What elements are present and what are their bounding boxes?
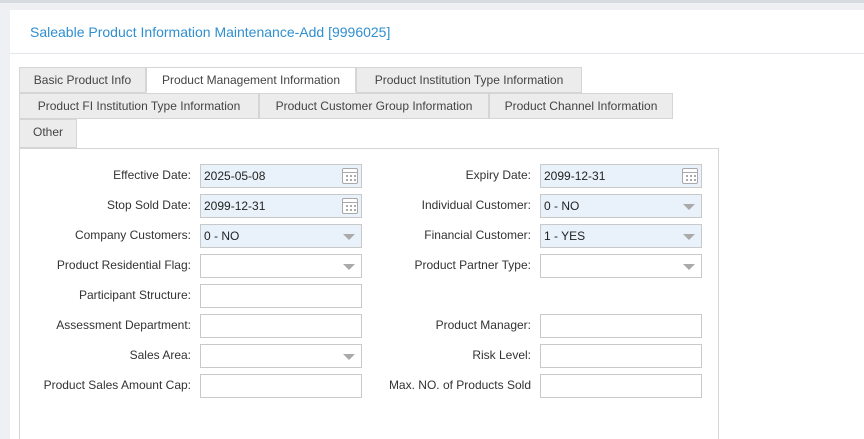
product-residential-flag-label: Product Residential Flag:: [56, 258, 191, 272]
calendar-icon[interactable]: [342, 168, 358, 184]
page-header: Saleable Product Information Maintenance…: [10, 10, 864, 54]
product-manager-input[interactable]: [540, 314, 702, 338]
stop-sold-date-value: 2099-12-31: [204, 199, 266, 213]
chevron-down-icon[interactable]: [683, 234, 695, 240]
chevron-down-icon[interactable]: [343, 234, 355, 240]
tab-basic-product-info[interactable]: Basic Product Info: [19, 67, 146, 93]
sales-area-select[interactable]: [200, 344, 362, 368]
product-sales-amount-cap-input[interactable]: [200, 374, 362, 398]
participant-structure-label: Participant Structure:: [78, 288, 191, 302]
company-customers-label: Company Customers:: [74, 228, 191, 242]
calendar-icon[interactable]: [682, 168, 698, 184]
max-no-of-products-sold-label: Max. NO. of Products Sold: [388, 378, 531, 392]
risk-level-input[interactable]: [540, 344, 702, 368]
expiry-date-field[interactable]: 2099-12-31: [540, 164, 702, 188]
individual-customer-select[interactable]: 0 - NO: [540, 194, 702, 218]
stop-sold-date-field[interactable]: 2099-12-31: [200, 194, 362, 218]
assessment-department-label: Assessment Department:: [56, 318, 191, 332]
risk-level-label: Risk Level:: [472, 348, 531, 362]
assessment-department-input[interactable]: [200, 314, 362, 338]
financial-customer-label: Financial Customer:: [424, 228, 531, 242]
product-partner-type-label: Product Partner Type:: [414, 258, 531, 272]
tab-product-institution-type-information[interactable]: Product Institution Type Information: [356, 67, 582, 93]
individual-customer-label: Individual Customer:: [421, 198, 531, 212]
expiry-date-value: 2099-12-31: [544, 169, 606, 183]
tab-product-customer-group-information[interactable]: Product Customer Group Information: [259, 93, 489, 119]
tab-product-management-information[interactable]: Product Management Information: [146, 67, 356, 93]
effective-date-label: Effective Date:: [113, 168, 191, 182]
effective-date-field[interactable]: 2025-05-08: [200, 164, 362, 188]
expiry-date-label: Expiry Date:: [465, 168, 531, 182]
page-container: Saleable Product Information Maintenance…: [10, 10, 864, 439]
product-sales-amount-cap-label: Product Sales Amount Cap:: [43, 378, 191, 392]
calendar-icon[interactable]: [342, 198, 358, 214]
chevron-down-icon[interactable]: [683, 264, 695, 270]
chevron-down-icon[interactable]: [343, 264, 355, 270]
form-panel: Effective Date: 2025-05-08 Expiry Date: …: [19, 148, 719, 439]
sales-area-label: Sales Area:: [129, 348, 191, 362]
effective-date-value: 2025-05-08: [204, 169, 266, 183]
product-manager-label: Product Manager:: [435, 318, 531, 332]
individual-customer-value: 0 - NO: [544, 199, 580, 213]
chevron-down-icon[interactable]: [683, 204, 695, 210]
participant-structure-input[interactable]: [200, 284, 362, 308]
top-divider: [0, 0, 864, 3]
product-residential-flag-select[interactable]: [200, 254, 362, 278]
company-customers-select[interactable]: 0 - NO: [200, 224, 362, 248]
chevron-down-icon[interactable]: [343, 354, 355, 360]
product-partner-type-select[interactable]: [540, 254, 702, 278]
max-no-of-products-sold-input[interactable]: [540, 374, 702, 398]
tab-product-channel-information[interactable]: Product Channel Information: [489, 93, 673, 119]
tab-product-fi-institution-type-information[interactable]: Product FI Institution Type Information: [19, 93, 259, 119]
page-title: Saleable Product Information Maintenance…: [30, 24, 391, 40]
stop-sold-date-label: Stop Sold Date:: [106, 198, 191, 212]
tab-other[interactable]: Other: [19, 119, 77, 148]
financial-customer-value: 1 - YES: [544, 229, 586, 243]
company-customers-value: 0 - NO: [204, 229, 240, 243]
financial-customer-select[interactable]: 1 - YES: [540, 224, 702, 248]
